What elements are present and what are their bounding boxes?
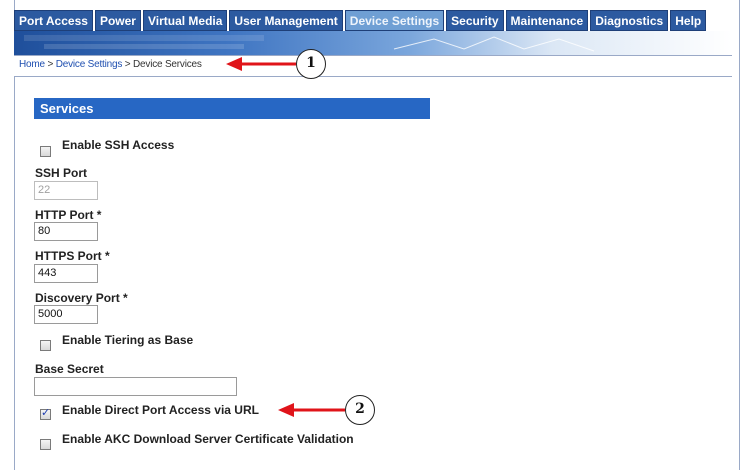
tab-diagnostics[interactable]: Diagnostics xyxy=(590,10,669,31)
breadcrumb-separator: > xyxy=(47,59,54,70)
https-port-input[interactable]: 443 xyxy=(34,264,98,283)
enable-ssh-label: Enable SSH Access xyxy=(62,138,175,152)
ssh-port-label: SSH Port xyxy=(35,166,88,180)
enable-tiering-checkbox[interactable] xyxy=(40,340,51,351)
ssh-port-input[interactable]: 22 xyxy=(34,181,98,200)
tab-device-settings[interactable]: Device Settings xyxy=(344,10,445,31)
breadcrumb-separator: > xyxy=(124,59,131,70)
tab-port-access[interactable]: Port Access xyxy=(14,10,93,31)
tab-power[interactable]: Power xyxy=(94,10,141,31)
tab-help[interactable]: Help xyxy=(670,10,707,31)
breadcrumb-bar: Home > Device Settings > Device Services xyxy=(14,55,732,77)
enable-akc-label: Enable AKC Download Server Certificate V… xyxy=(62,432,354,446)
https-port-label: HTTPS Port * xyxy=(35,249,110,263)
tab-user-management[interactable]: User Management xyxy=(229,10,343,31)
callout-1: 1 xyxy=(296,49,326,79)
services-section-header: Services xyxy=(34,98,430,119)
discovery-port-label: Discovery Port * xyxy=(35,291,128,305)
tab-virtual-media[interactable]: Virtual Media xyxy=(142,10,228,31)
enable-akc-checkbox[interactable] xyxy=(40,439,51,450)
base-secret-label: Base Secret xyxy=(35,362,104,376)
enable-ssh-checkbox[interactable] xyxy=(40,146,51,157)
top-nav: Port Access Power Virtual Media User Man… xyxy=(14,10,732,32)
base-secret-input[interactable] xyxy=(34,377,237,396)
header-banner xyxy=(14,31,732,55)
tab-security[interactable]: Security xyxy=(446,10,504,31)
breadcrumb-home-link[interactable]: Home xyxy=(19,59,45,70)
enable-direct-port-label: Enable Direct Port Access via URL xyxy=(62,403,259,417)
http-port-input[interactable]: 80 xyxy=(34,222,98,241)
breadcrumb-current: Device Services xyxy=(133,59,202,70)
banner-wave-graphic xyxy=(24,35,595,52)
breadcrumb-device-settings-link[interactable]: Device Settings xyxy=(56,59,123,70)
discovery-port-input[interactable]: 5000 xyxy=(34,305,98,324)
breadcrumb: Home > Device Settings > Device Services xyxy=(19,59,202,70)
http-port-label: HTTP Port * xyxy=(35,208,102,222)
callout-2: 2 xyxy=(345,395,375,425)
enable-tiering-label: Enable Tiering as Base xyxy=(62,333,194,347)
enable-direct-port-checkbox[interactable] xyxy=(40,406,51,420)
tab-maintenance[interactable]: Maintenance xyxy=(505,10,589,31)
